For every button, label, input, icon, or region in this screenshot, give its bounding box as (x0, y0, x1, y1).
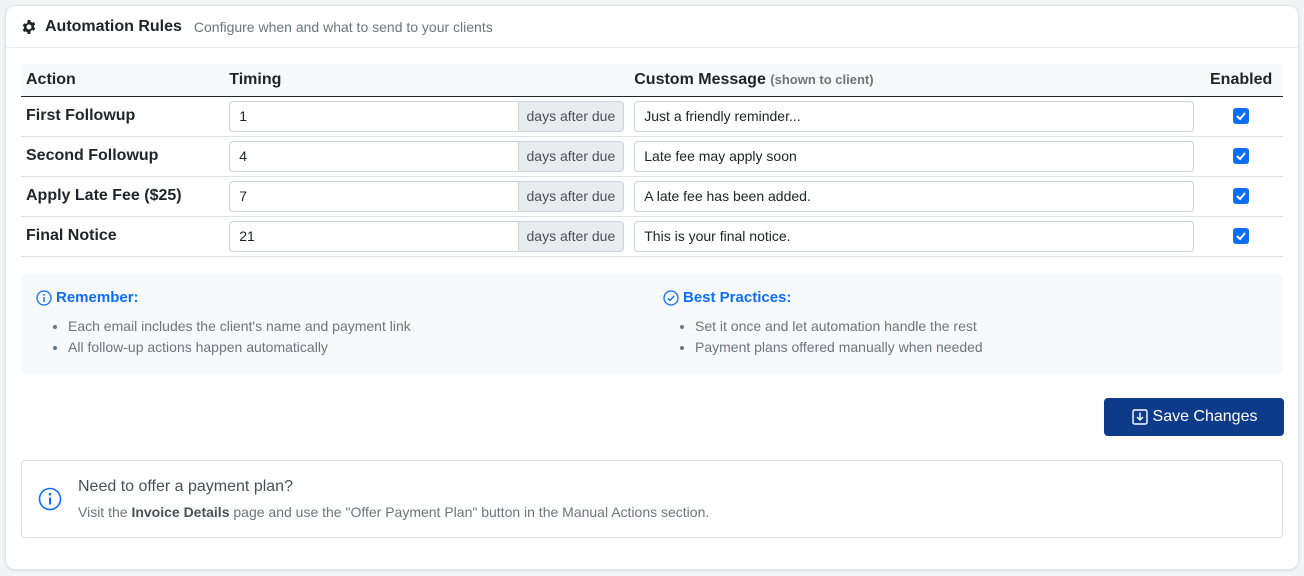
remember-list: Each email includes the client's name an… (36, 316, 411, 358)
days-after-due-addon: days after due (517, 140, 625, 172)
timing-input-group: days after due (229, 140, 625, 172)
rule-action-label: Second Followup (21, 136, 225, 177)
days-input[interactable] (229, 100, 518, 132)
column-header-timing: Timing (224, 64, 630, 97)
tips-panel: Remember: Each email includes the client… (21, 273, 1283, 375)
automation-rules-table: Action Timing Custom Message (shown to c… (21, 64, 1283, 257)
table-row: Apply Late Fee ($25) days after due (21, 176, 1283, 217)
enabled-checkbox[interactable] (1233, 188, 1250, 204)
best-practices-title: Best Practices: (683, 289, 792, 306)
days-after-due-addon: days after due (517, 180, 625, 212)
custom-message-input[interactable] (634, 180, 1195, 212)
table-header-row: Action Timing Custom Message (shown to c… (21, 64, 1283, 97)
notice-body-prefix: Visit the (78, 504, 132, 520)
notice-body: Visit the Invoice Details page and use t… (78, 504, 709, 520)
timing-input-group: days after due (229, 100, 625, 132)
enabled-checkbox[interactable] (1233, 228, 1250, 244)
check-circle-icon (663, 289, 679, 306)
card-title: Automation Rules (45, 17, 182, 35)
card-header: Automation Rules Configure when and what… (6, 6, 1298, 48)
save-changes-button[interactable]: Save Changes (1104, 398, 1284, 436)
table-row: Final Notice days after due (21, 216, 1283, 257)
payment-plan-notice: Need to offer a payment plan? Visit the … (21, 460, 1283, 538)
days-after-due-addon: days after due (517, 220, 625, 252)
best-practices-section: Best Practices: Set it once and let auto… (663, 289, 983, 358)
info-circle-icon (38, 487, 62, 511)
gear-icon (21, 19, 37, 35)
save-download-icon (1131, 409, 1148, 425)
remember-section: Remember: Each email includes the client… (36, 289, 411, 358)
column-header-message-note: (shown to client) (770, 71, 874, 87)
automation-rules-card: Automation Rules Configure when and what… (5, 5, 1299, 570)
notice-title: Need to offer a payment plan? (78, 478, 293, 495)
list-item: Each email includes the client's name an… (68, 316, 411, 337)
table-row: Second Followup days after due (21, 136, 1283, 177)
card-subtitle: Configure when and what to send to your … (193, 18, 493, 35)
custom-message-input[interactable] (634, 140, 1195, 172)
column-header-message-label: Custom Message (634, 70, 766, 88)
save-changes-label: Save Changes (1152, 408, 1258, 425)
enabled-checkbox[interactable] (1233, 148, 1250, 164)
remember-title: Remember: (56, 289, 139, 306)
timing-input-group: days after due (229, 220, 625, 252)
custom-message-input[interactable] (634, 220, 1195, 252)
days-input[interactable] (229, 140, 518, 172)
list-item: All follow-up actions happen automatical… (68, 337, 411, 358)
column-header-enabled: Enabled (1199, 64, 1283, 97)
table-row: First Followup days after due (21, 96, 1283, 137)
invoice-details-text: Invoice Details (131, 504, 230, 520)
notice-body-suffix: page and use the "Offer Payment Plan" bu… (229, 504, 710, 520)
info-circle-icon (36, 289, 52, 306)
custom-message-input[interactable] (634, 100, 1195, 132)
days-after-due-addon: days after due (517, 100, 625, 132)
column-header-action: Action (21, 64, 225, 97)
best-practices-list: Set it once and let automation handle th… (663, 316, 983, 358)
timing-input-group: days after due (229, 180, 625, 212)
days-input[interactable] (229, 220, 518, 252)
column-header-message: Custom Message (shown to client) (629, 64, 1200, 97)
list-item: Set it once and let automation handle th… (695, 316, 983, 337)
enabled-checkbox[interactable] (1233, 108, 1250, 124)
rule-action-label: Apply Late Fee ($25) (21, 176, 225, 217)
days-input[interactable] (229, 180, 518, 212)
rule-action-label: Final Notice (21, 216, 225, 257)
list-item: Payment plans offered manually when need… (695, 337, 983, 358)
rule-action-label: First Followup (21, 96, 225, 137)
